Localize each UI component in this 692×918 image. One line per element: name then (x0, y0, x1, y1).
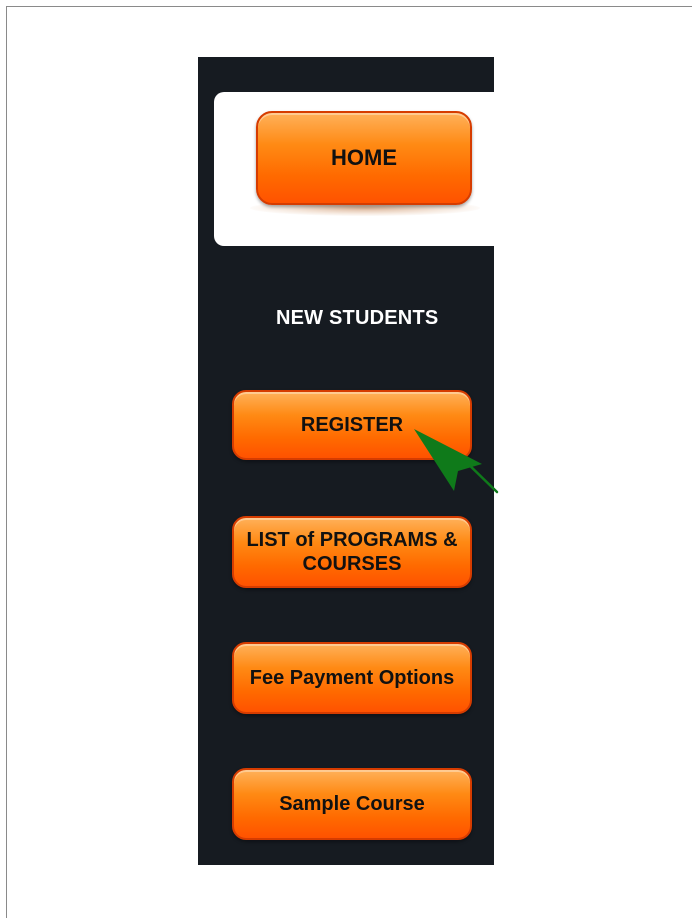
home-panel: HOME (214, 92, 496, 246)
home-button-label: HOME (331, 145, 397, 170)
sample-course-button-label: Sample Course (279, 793, 425, 815)
programs-courses-button-label: LIST of PROGRAMS & COURSES (246, 529, 458, 575)
home-button[interactable]: HOME (256, 111, 472, 205)
sidebar: HOME NEW STUDENTS REGISTER LIST of PROGR… (198, 57, 496, 865)
register-button[interactable]: REGISTER (232, 390, 472, 460)
register-button-label: REGISTER (300, 414, 404, 436)
fee-payment-options-button[interactable]: Fee Payment Options (232, 642, 472, 714)
section-heading-new-students: NEW STUDENTS (276, 307, 439, 329)
fee-payment-options-button-label: Fee Payment Options (249, 667, 455, 689)
programs-courses-button[interactable]: LIST of PROGRAMS & COURSES (232, 516, 472, 588)
sample-course-button[interactable]: Sample Course (232, 768, 472, 840)
